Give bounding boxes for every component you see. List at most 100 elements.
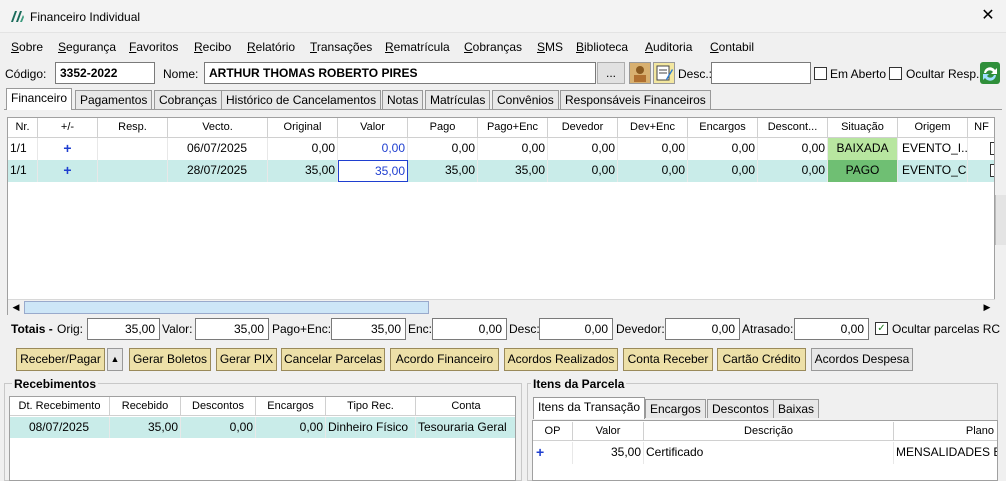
gerar-pix-button[interactable]: Gerar PIX <box>216 348 277 371</box>
menu-sobre[interactable]: Sobre <box>11 40 43 54</box>
receber-pagar-button[interactable]: Receber/Pagar <box>16 348 105 371</box>
nome-input[interactable]: ARTHUR THOMAS ROBERTO PIRES <box>204 62 596 84</box>
acordos-realizados-button[interactable]: Acordos Realizados <box>504 348 618 371</box>
menu-biblioteca[interactable]: Biblioteca <box>576 40 628 54</box>
tab-pagamentos[interactable]: Pagamentos <box>75 90 153 109</box>
col-encargos[interactable]: Encargos <box>688 118 758 138</box>
col-descricao[interactable]: Descrição <box>644 422 894 441</box>
table-row[interactable]: 08/07/2025 35,00 0,00 0,00 Dinheiro Físi… <box>10 417 515 438</box>
col-pago-enc[interactable]: Pago+Enc <box>478 118 548 138</box>
ocultar-resp-checkbox[interactable] <box>889 67 902 80</box>
menu-recibo[interactable]: Recibo <box>194 40 231 54</box>
col-resp[interactable]: Resp. <box>98 118 168 138</box>
recebimentos-title: Recebimentos <box>12 377 99 391</box>
col-origem[interactable]: Origem <box>898 118 968 138</box>
table-row[interactable]: 1/1 + 28/07/2025 35,00 35,00 35,00 35,00… <box>8 160 994 182</box>
col-recebido[interactable]: Recebido <box>110 397 181 416</box>
tab-descontos[interactable]: Descontos <box>707 399 774 418</box>
cell-valor-editing[interactable]: 35,00 <box>338 160 408 182</box>
menu-sms[interactable]: SMS <box>537 40 563 54</box>
total-valor-field[interactable]: 35,00 <box>195 318 269 340</box>
col-devedor[interactable]: Devedor <box>548 118 618 138</box>
table-row[interactable]: + 35,00 Certificado MENSALIDADES E <box>533 442 997 464</box>
codigo-input[interactable]: 3352-2022 <box>55 62 155 84</box>
total-enc-field[interactable]: 0,00 <box>432 318 507 340</box>
receber-dropdown-icon[interactable]: ▲ <box>107 348 123 371</box>
acordo-financeiro-button[interactable]: Acordo Financeiro <box>390 348 499 371</box>
tab-baixas[interactable]: Baixas <box>773 399 820 418</box>
tab-encargos[interactable]: Encargos <box>645 399 706 418</box>
menu-favoritos[interactable]: Favoritos <box>129 40 178 54</box>
conta-receber-button[interactable]: Conta Receber <box>623 348 713 371</box>
col-encargos[interactable]: Encargos <box>256 397 326 416</box>
col-conta[interactable]: Conta <box>416 397 515 416</box>
tab-responsaveis-financeiros[interactable]: Responsáveis Financeiros <box>560 90 711 109</box>
col-vecto[interactable]: Vecto. <box>168 118 268 138</box>
search-aluno-button[interactable]: ... <box>597 62 625 84</box>
menu-seguranca[interactable]: Segurança <box>58 40 116 54</box>
menu-relatorio[interactable]: Relatório <box>247 40 295 54</box>
scroll-right-icon[interactable]: ▶ <box>979 300 995 316</box>
desc-input[interactable] <box>711 62 811 84</box>
col-descontos[interactable]: Descont... <box>758 118 828 138</box>
col-original[interactable]: Original <box>268 118 338 138</box>
tab-matriculas[interactable]: Matrículas <box>425 90 491 109</box>
cell-devedor: 0,00 <box>548 160 618 182</box>
table-row[interactable]: 1/1 + 06/07/2025 0,00 0,00 0,00 0,00 0,0… <box>8 138 994 160</box>
total-atrasado-field[interactable]: 0,00 <box>794 318 869 340</box>
expand-plus-icon[interactable]: + <box>38 160 98 182</box>
nf-checkbox[interactable] <box>990 142 994 155</box>
col-valor[interactable]: Valor <box>338 118 408 138</box>
menu-transacoes[interactable]: Transações <box>310 40 372 54</box>
total-devedor-field[interactable]: 0,00 <box>665 318 740 340</box>
col-tipo-rec[interactable]: Tipo Rec. <box>326 397 416 416</box>
refresh-icon[interactable] <box>979 61 1001 85</box>
nf-checkbox[interactable] <box>990 164 994 177</box>
expand-plus-icon[interactable]: + <box>38 138 98 160</box>
col-plano[interactable]: Plano <box>894 422 997 441</box>
student-photo-icon[interactable] <box>629 62 651 84</box>
menu-cobrancas[interactable]: Cobranças <box>464 40 522 54</box>
menu-contabil[interactable]: Contabil <box>710 40 754 54</box>
col-situacao[interactable]: Situação <box>828 118 898 138</box>
menu-auditoria[interactable]: Auditoria <box>645 40 692 54</box>
col-op[interactable]: OP <box>533 422 573 441</box>
scroll-left-icon[interactable]: ◀ <box>8 300 24 316</box>
itens-parcela-title: Itens da Parcela <box>531 377 627 391</box>
col-dt-recebimento[interactable]: Dt. Recebimento <box>10 397 110 416</box>
col-descontos[interactable]: Descontos <box>181 397 256 416</box>
col-nr[interactable]: Nr. <box>8 118 38 138</box>
menu-rematricula[interactable]: Rematrícula <box>385 40 450 54</box>
tab-cobrancas[interactable]: Cobranças <box>154 90 223 109</box>
tab-itens-transacao[interactable]: Itens da Transação <box>533 397 646 419</box>
cell-original: 0,00 <box>268 138 338 160</box>
nf-checkbox-cell <box>968 138 994 160</box>
acordos-despesa-button[interactable]: Acordos Despesa <box>811 348 913 371</box>
col-pago[interactable]: Pago <box>408 118 478 138</box>
gerar-boletos-button[interactable]: Gerar Boletos <box>129 348 211 371</box>
col-dev-enc[interactable]: Dev+Enc <box>618 118 688 138</box>
scroll-thumb[interactable] <box>24 301 429 314</box>
cell-vecto: 06/07/2025 <box>168 138 268 160</box>
close-button[interactable]: ✕ <box>975 5 1001 27</box>
total-desc-field[interactable]: 0,00 <box>539 318 613 340</box>
col-plus-minus[interactable]: +/- <box>38 118 98 138</box>
ocultar-parcelas-checkbox[interactable]: ✓ <box>875 322 888 335</box>
itens-tabs: Itens da Transação Encargos Descontos Ba… <box>533 397 833 419</box>
tab-financeiro[interactable]: Financeiro <box>6 88 73 110</box>
tab-notas[interactable]: Notas <box>382 90 424 109</box>
tab-convenios[interactable]: Convênios <box>492 90 559 109</box>
cartao-credito-button[interactable]: Cartão Crédito <box>717 348 806 371</box>
col-valor[interactable]: Valor <box>573 422 644 441</box>
cell-valor[interactable]: 0,00 <box>338 138 408 160</box>
desc-label: Desc.: <box>678 67 713 81</box>
app-logo-icon <box>11 11 24 22</box>
tab-historico-cancelamentos[interactable]: Histórico de Cancelamentos <box>221 90 382 109</box>
cancelar-parcelas-button[interactable]: Cancelar Parcelas <box>281 348 385 371</box>
notes-edit-icon[interactable] <box>653 62 675 84</box>
total-pago-enc-field[interactable]: 35,00 <box>331 318 406 340</box>
total-orig-field[interactable]: 35,00 <box>87 318 160 340</box>
col-nf[interactable]: NF <box>968 118 994 138</box>
em-aberto-checkbox[interactable] <box>814 67 827 80</box>
grid-horizontal-scrollbar[interactable]: ◀ ▶ <box>8 299 995 315</box>
